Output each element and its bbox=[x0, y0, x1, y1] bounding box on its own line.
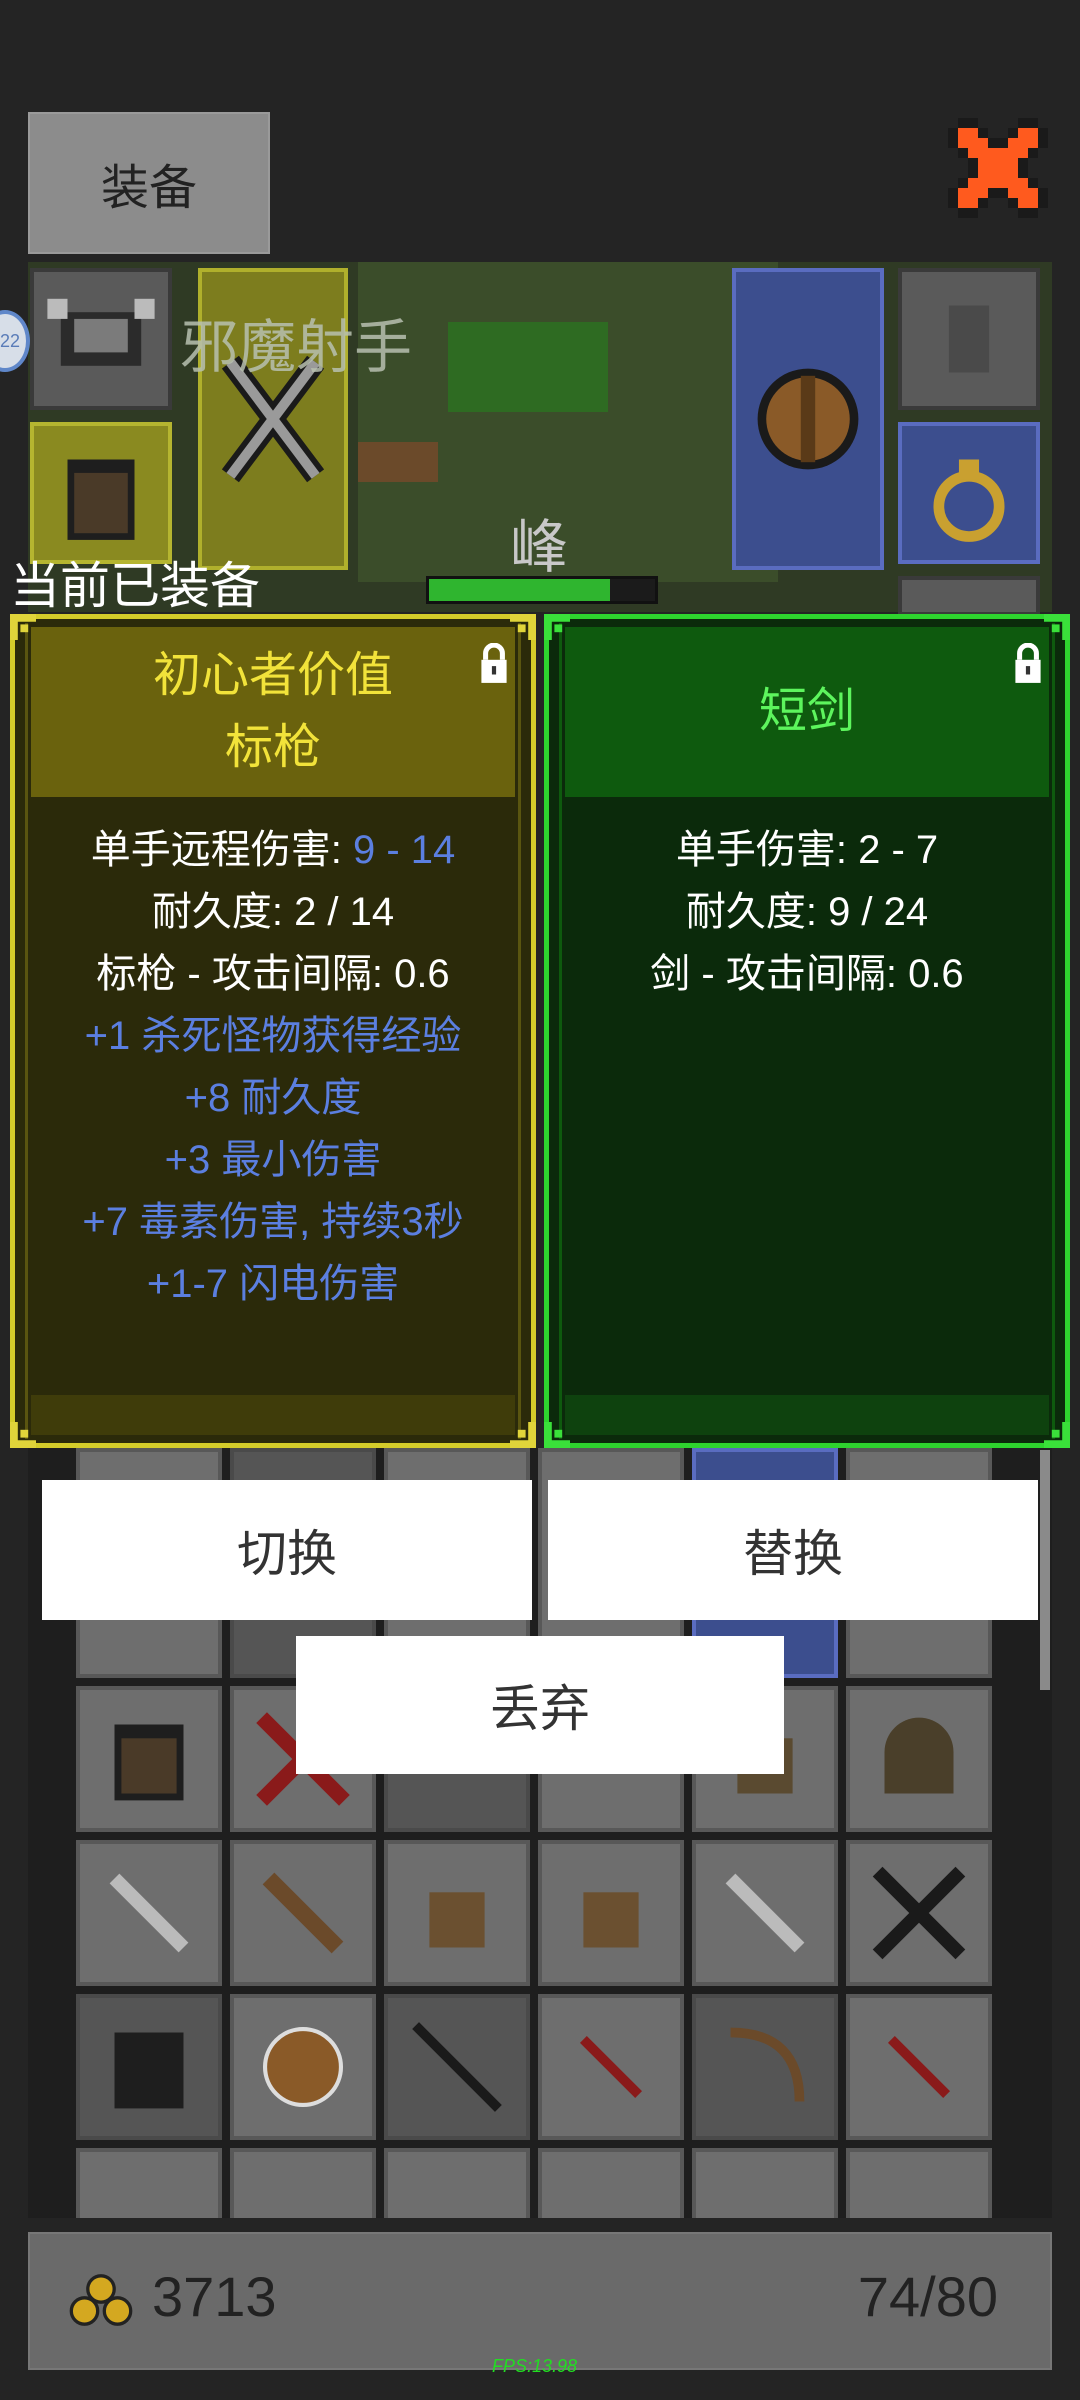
bow-icon bbox=[730, 2027, 805, 2102]
current-item-stat-durability: 耐久度: 9 / 24 bbox=[685, 890, 929, 934]
gold-amount: 3713 bbox=[152, 2265, 277, 2328]
new-item-affix: +7 毒素伤害, 持续3秒 bbox=[82, 1200, 464, 1244]
inventory-slot[interactable] bbox=[846, 1686, 992, 1832]
round-shield-icon bbox=[757, 368, 859, 470]
wand-icon bbox=[579, 2035, 643, 2099]
inventory-slot[interactable] bbox=[846, 1840, 992, 1986]
inventory-slot[interactable] bbox=[230, 1840, 376, 1986]
crossed-swords-icon bbox=[872, 1866, 966, 1960]
panel-footer bbox=[565, 1395, 1049, 1435]
glove-icon bbox=[583, 1892, 639, 1948]
inventory-slot[interactable] bbox=[846, 2148, 992, 2218]
inventory-slot[interactable] bbox=[384, 1840, 530, 1986]
inventory-slot[interactable] bbox=[538, 1840, 684, 1986]
new-item-title-line1: 初心者价值 bbox=[152, 649, 393, 702]
inventory-slot[interactable] bbox=[692, 1840, 838, 1986]
new-item-panel: 初心者价值 标枪 单手远程伤害: 9 - 14 耐久度: 2 / 14 标枪 -… bbox=[10, 614, 536, 1448]
current-item-stat-damage: 单手伤害: 2 - 7 bbox=[675, 828, 939, 872]
club-icon bbox=[262, 1872, 344, 1954]
hp-bar-fill bbox=[429, 579, 610, 601]
new-item-affix: +1 杀死怪物获得经验 bbox=[84, 1014, 462, 1058]
new-item-affix: +3 最小伤害 bbox=[164, 1138, 382, 1182]
corner-ornament-icon bbox=[544, 614, 570, 640]
new-item-affix: +8 耐久度 bbox=[184, 1076, 362, 1120]
switch-button[interactable]: 切换 bbox=[42, 1480, 532, 1620]
player-name: 峰 bbox=[510, 515, 569, 580]
gold-coins-icon bbox=[69, 2274, 133, 2326]
glove-icon bbox=[429, 1892, 485, 1948]
fps-counter: FPS:13.98 bbox=[492, 2356, 578, 2376]
horned-helmet-icon bbox=[47, 298, 155, 366]
new-item-affix: +1-7 闪电伤害 bbox=[146, 1262, 400, 1306]
armor-icon bbox=[114, 2032, 184, 2109]
corner-ornament-icon bbox=[10, 1422, 36, 1448]
new-item-title-line2: 标枪 bbox=[224, 721, 321, 774]
corner-ornament-icon bbox=[1044, 614, 1070, 640]
amulet-outline-icon bbox=[948, 305, 990, 373]
panel-footer bbox=[31, 1395, 515, 1435]
corner-ornament-icon bbox=[10, 614, 36, 640]
inventory-slot[interactable] bbox=[76, 1840, 222, 1986]
inventory-slot[interactable] bbox=[692, 1994, 838, 2140]
hood-icon bbox=[884, 1717, 954, 1794]
stat-label: 单手远程伤害: bbox=[90, 828, 353, 872]
new-item-stat-speed: 标枪 - 攻击间隔: 0.6 bbox=[96, 952, 450, 996]
inventory-slot[interactable] bbox=[538, 2148, 684, 2218]
inventory-slot[interactable] bbox=[76, 2148, 222, 2218]
equipment-tab[interactable]: 装备 bbox=[28, 112, 270, 254]
armor-icon bbox=[114, 1724, 184, 1801]
stat-value: 9 - 14 bbox=[352, 828, 456, 872]
inventory-slot[interactable] bbox=[76, 1994, 222, 2140]
inventory-slot[interactable] bbox=[230, 1994, 376, 2140]
corner-ornament-icon bbox=[544, 1422, 570, 1448]
new-item-stat-durability: 耐久度: 2 / 14 bbox=[151, 890, 395, 934]
sword-icon bbox=[109, 1873, 189, 1953]
dirt-patch bbox=[358, 442, 438, 482]
corner-ornament-icon bbox=[1044, 1422, 1070, 1448]
sword-icon bbox=[725, 1873, 805, 1953]
inventory-slot[interactable] bbox=[692, 2148, 838, 2218]
inventory-slot[interactable] bbox=[230, 2148, 376, 2218]
slot-ring[interactable] bbox=[898, 422, 1040, 564]
inventory-scrollbar[interactable] bbox=[1040, 1450, 1050, 1690]
corner-ornament-icon bbox=[510, 1422, 536, 1448]
round-shield-icon bbox=[262, 2026, 344, 2108]
level-badge: 22 bbox=[0, 310, 30, 372]
spear-icon bbox=[412, 2022, 502, 2112]
inventory-slot[interactable] bbox=[846, 1994, 992, 2140]
inventory-slot[interactable] bbox=[384, 2148, 530, 2218]
replace-button[interactable]: 替换 bbox=[548, 1480, 1038, 1620]
current-item-panel: 短剑 单手伤害: 2 - 7 耐久度: 9 / 24 剑 - 攻击间隔: 0.6 bbox=[544, 614, 1070, 1448]
wand-icon bbox=[887, 2035, 951, 2099]
inventory-slot[interactable] bbox=[538, 1994, 684, 2140]
current-item-stat-speed: 剑 - 攻击间隔: 0.6 bbox=[650, 952, 964, 996]
slot-extra[interactable] bbox=[898, 576, 1040, 616]
slot-offhand[interactable] bbox=[732, 268, 884, 570]
drop-button[interactable]: 丢弃 bbox=[296, 1636, 784, 1774]
armor-icon bbox=[67, 459, 135, 540]
current-equipped-label: 当前已装备 bbox=[10, 558, 260, 614]
slot-armor[interactable] bbox=[30, 422, 172, 564]
slot-amulet[interactable] bbox=[898, 268, 1040, 410]
tree-canopy bbox=[448, 322, 608, 412]
player-title-faded: 邪魔射手 bbox=[180, 315, 413, 380]
slot-helmet[interactable] bbox=[30, 268, 172, 410]
bag-capacity: 74/80 bbox=[857, 2265, 998, 2328]
inventory-slot[interactable] bbox=[76, 1686, 222, 1832]
inventory-slot[interactable] bbox=[384, 1994, 530, 2140]
player-hp-bar bbox=[426, 576, 658, 604]
close-x-icon[interactable] bbox=[948, 118, 1048, 218]
corner-ornament-icon bbox=[510, 614, 536, 640]
new-item-stat-damage: 单手远程伤害: 9 - 14 bbox=[15, 819, 531, 881]
current-item-title: 短剑 bbox=[758, 685, 855, 738]
ring-icon bbox=[933, 459, 1005, 542]
